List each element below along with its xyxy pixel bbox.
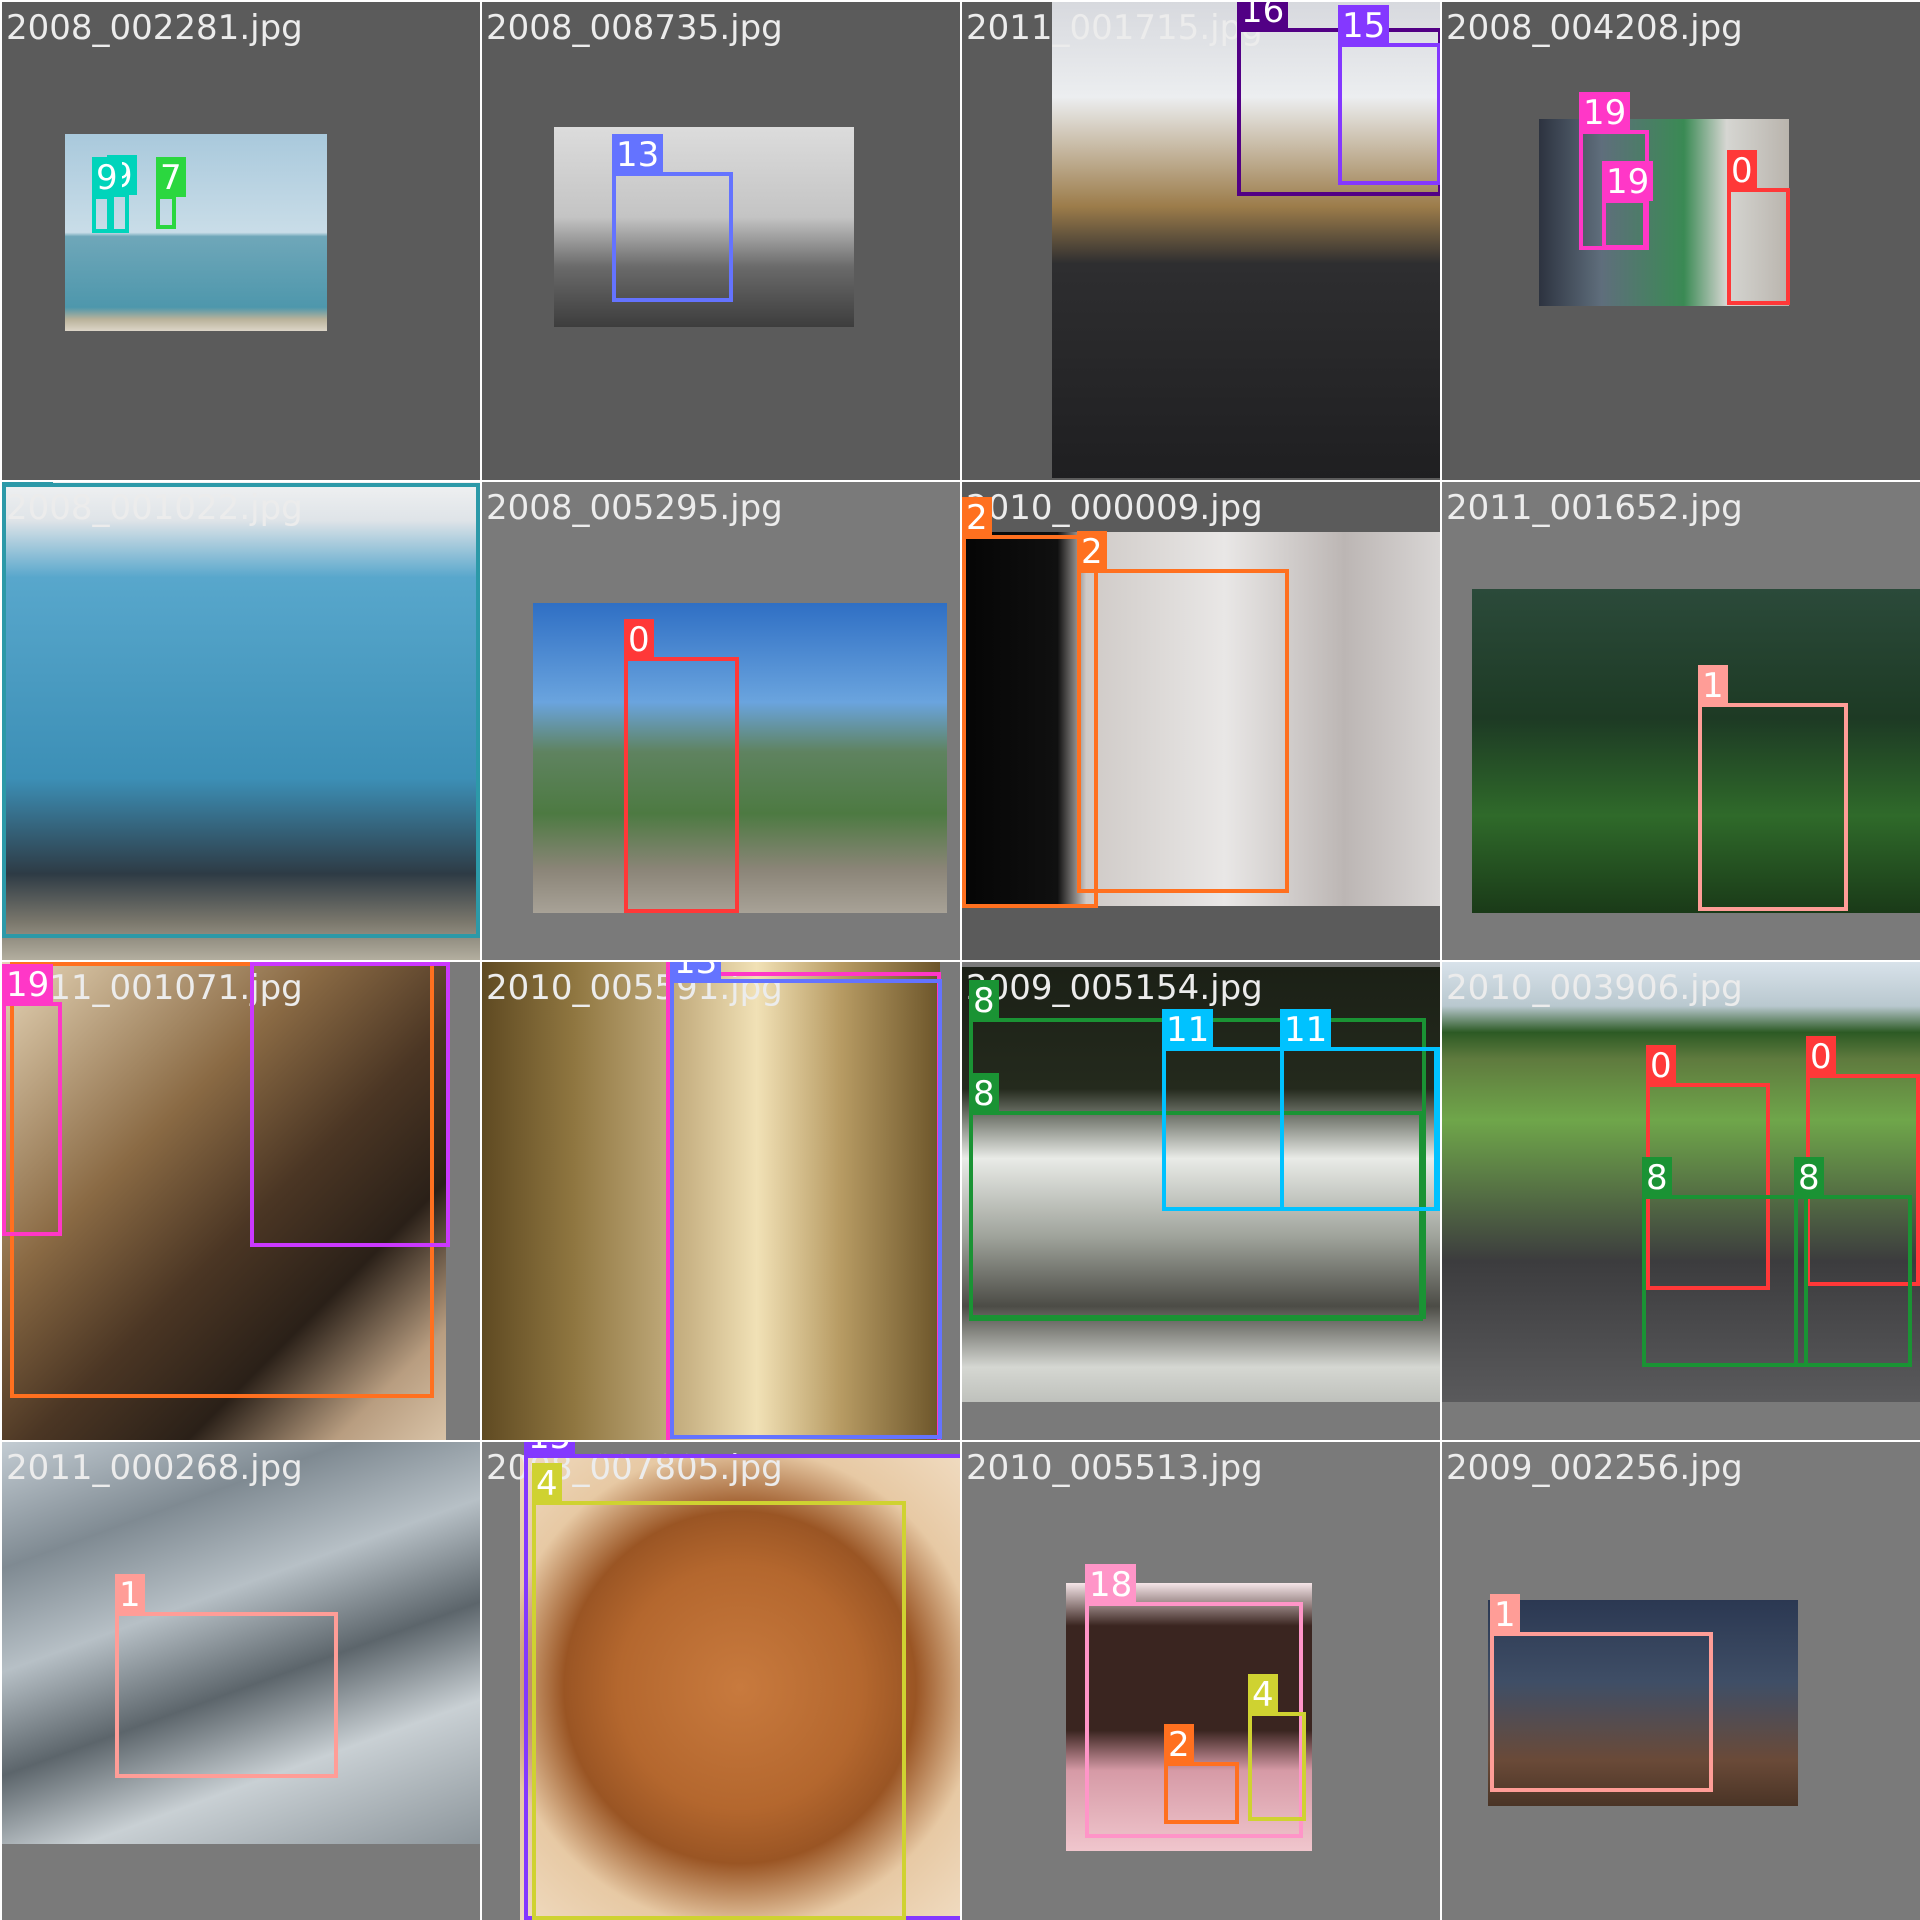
bbox-class-4: 4 [532,1463,906,1920]
image-filename: 2008_008735.jpg [486,8,783,48]
bbox-label: 16 [1237,2,1289,31]
bbox-label: 4 [532,1463,562,1504]
mosaic-tile: 2008_007805.jpg 15 4 [482,1442,960,1920]
bbox-label: 8 [1794,1157,1824,1198]
detection-mosaic: 2008_002281.jpg 9 9 7 2008_008735.jpg 13… [0,0,1920,1920]
bbox-class-15: 15 [1338,5,1440,185]
bbox-label: 11 [1162,1009,1214,1050]
bbox-label: 4 [1248,1674,1278,1715]
bbox-label: 13 [612,134,664,175]
image-filename: 2010_000009.jpg [966,488,1263,528]
tile-photo [533,603,947,913]
tile-photo [1472,589,1920,913]
bbox-label: 1 [1490,1594,1520,1635]
image-filename: 2010_005513.jpg [966,1448,1263,1488]
bbox-class-4: 4 [1248,1674,1306,1821]
image-filename: 2008_002281.jpg [6,8,303,48]
bbox-class-11: 11 [1280,1009,1440,1211]
mosaic-tile: 2008_008735.jpg 13 [482,2,960,480]
bbox-class-13: 13 [670,962,942,1439]
mosaic-tile: 2009_005154.jpg 8 8 11 11 [962,962,1440,1440]
bbox-label: 2 [962,497,992,538]
bbox-label: 19 [1602,161,1654,202]
mosaic-tile: 2010_005591.jpg 13 13 [482,962,960,1440]
mosaic-tile: 2008_005295.jpg 0 [482,482,960,960]
bbox-label: 0 [1646,1045,1676,1086]
image-filename: 2008_005295.jpg [486,488,783,528]
bbox-class-13: 13 [612,134,733,302]
bbox-label: 10 [2,482,54,486]
bbox-label: 7 [156,157,186,198]
bbox-label: 0 [1806,1036,1836,1077]
bbox-label: 18 [1085,1564,1137,1605]
image-filename: 2009_005154.jpg [966,968,1263,1008]
image-filename: 2009_002256.jpg [1446,1448,1743,1488]
bbox-label: 8 [1642,1157,1672,1198]
bbox-class-10: 10 [2,482,480,938]
image-filename: 2010_003906.jpg [1446,968,1743,1008]
image-filename: 2008_004208.jpg [1446,8,1743,48]
mosaic-tile: 2011_000268.jpg 1 [2,1442,480,1920]
bbox-class-8: 8 [1642,1157,1808,1367]
image-filename: 2011_001652.jpg [1446,488,1743,528]
bbox-class-2: 2 [1077,531,1289,893]
bbox-label: 2 [1077,531,1107,572]
bbox-label: 1 [1698,665,1728,706]
bbox-label: 9 [92,157,122,198]
bbox-label: 13 [670,962,722,982]
bbox-label: 15 [524,1442,576,1457]
bbox-class-9: 9 [92,157,122,233]
mosaic-tile: 2008_002281.jpg 9 9 7 [2,2,480,480]
mosaic-tile: 2011_001071.jpg 2 17 19 [2,962,480,1440]
mosaic-tile: 2011_001652.jpg 1 [1442,482,1920,960]
bbox-class-1: 1 [1490,1594,1713,1792]
bbox-class-19: 19 [2,964,62,1236]
bbox-label: 8 [969,1073,999,1114]
mosaic-tile: 2009_002256.jpg 1 [1442,1442,1920,1920]
bbox-class-1: 1 [115,1574,338,1778]
bbox-label: 2 [1164,1724,1194,1765]
bbox-class-0: 0 [1727,150,1790,305]
bbox-class-0: 0 [624,619,739,913]
bbox-label: 0 [624,619,654,660]
image-filename: 2011_000268.jpg [6,1448,303,1488]
bbox-class-7: 7 [156,157,186,229]
bbox-label: 19 [2,964,54,1005]
bbox-label: 15 [1338,5,1390,46]
mosaic-tile: 2010_005513.jpg 18 2 4 [962,1442,1440,1920]
mosaic-tile: 2010_000009.jpg 2 2 [962,482,1440,960]
bbox-label: 0 [1727,150,1757,191]
mosaic-tile: 2010_003906.jpg 0 0 8 8 [1442,962,1920,1440]
bbox-class-17: 17 [250,962,450,1247]
bbox-class-8: 8 [1794,1157,1912,1367]
mosaic-tile: 2008_001022.jpg 10 [2,482,480,960]
bbox-class-1: 1 [1698,665,1848,911]
bbox-class-19: 19 [1602,161,1654,249]
bbox-label: 1 [115,1574,145,1615]
mosaic-tile: 2008_004208.jpg 19 19 0 [1442,2,1920,480]
bbox-label: 8 [969,980,999,1021]
bbox-label: 17 [250,962,302,965]
mosaic-tile: 2011_001715.jpg 16 15 [962,2,1440,480]
bbox-class-2: 2 [1164,1724,1239,1824]
bbox-label: 19 [1579,92,1631,133]
bbox-label: 11 [1280,1009,1332,1050]
image-filename: 2011_001715.jpg [966,8,1263,48]
